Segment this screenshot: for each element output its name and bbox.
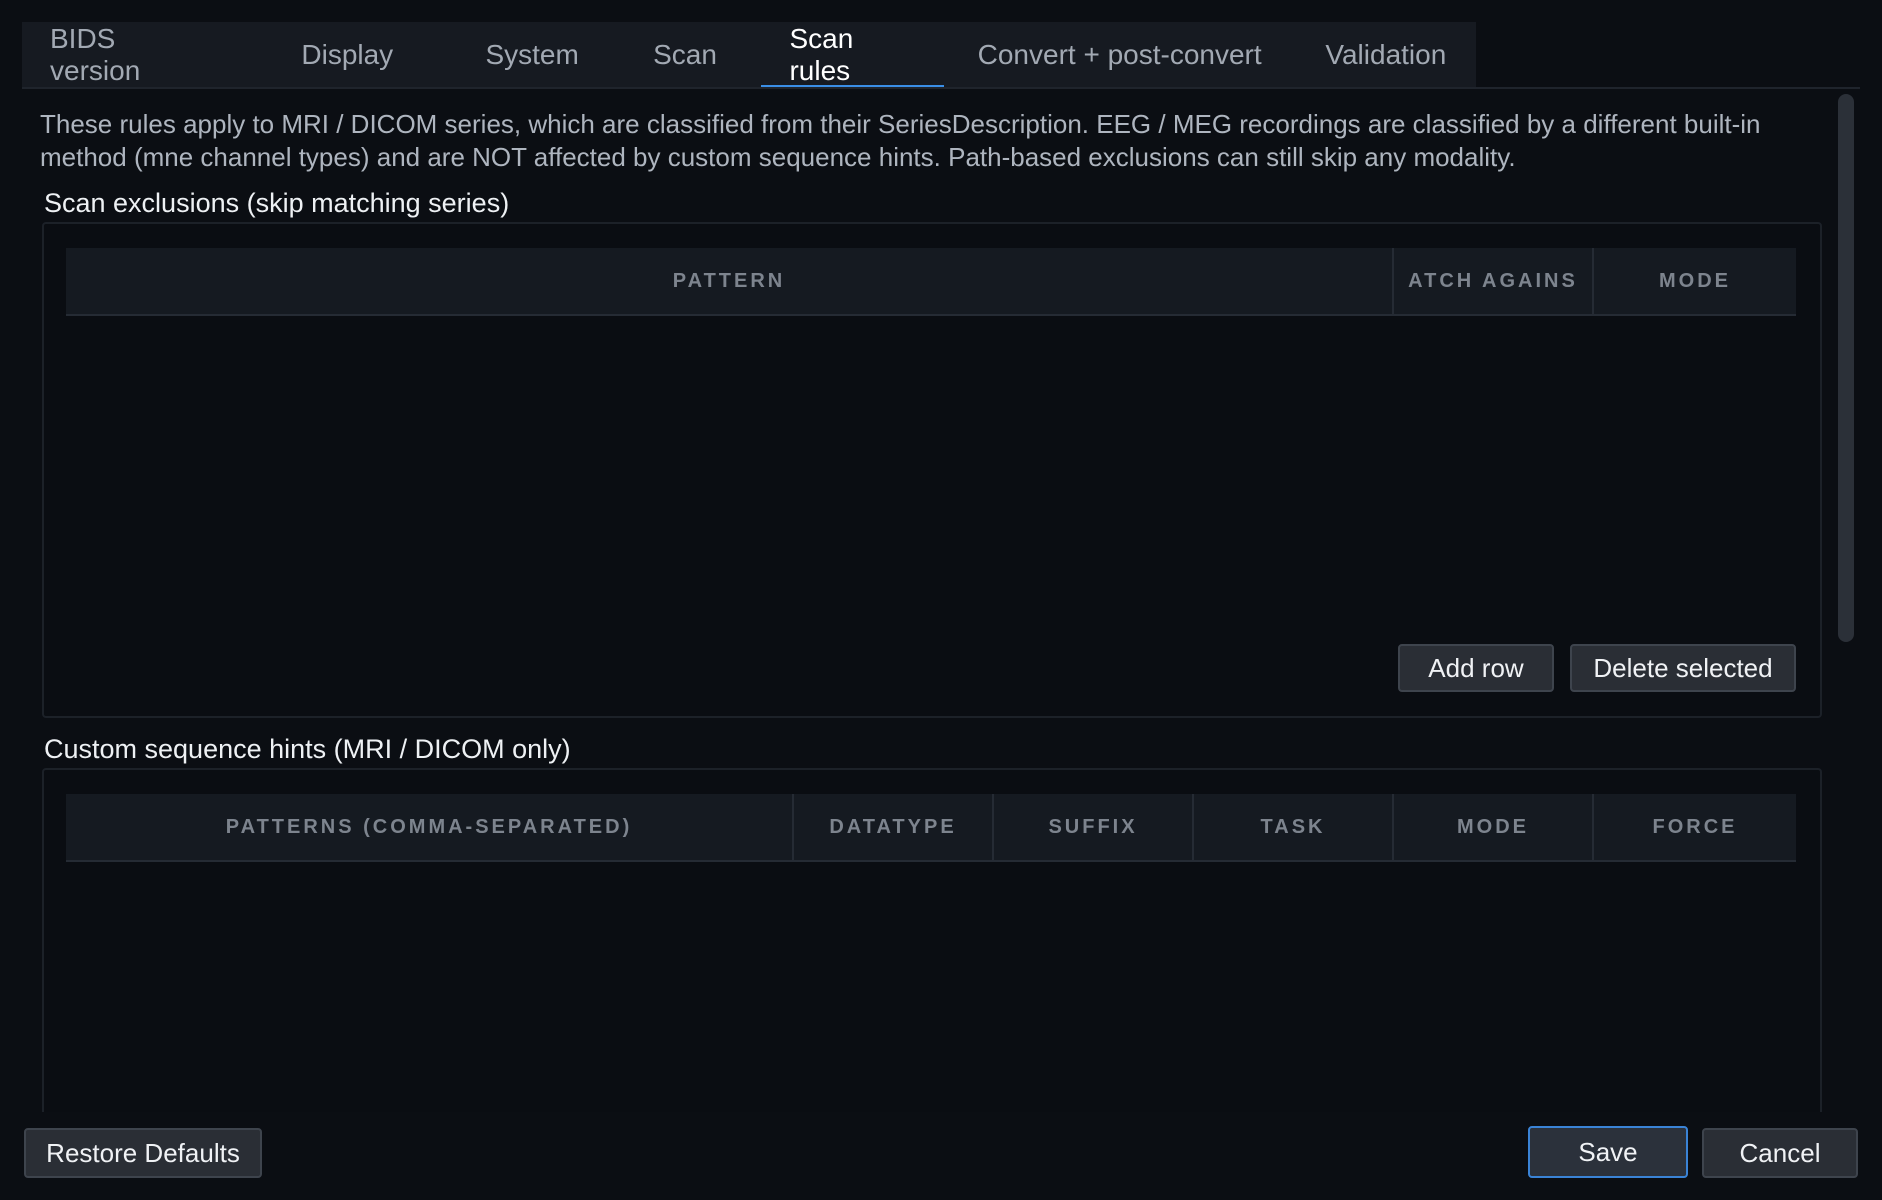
tab-scan[interactable]: Scan — [609, 22, 762, 88]
tab-validation[interactable]: Validation — [1296, 22, 1476, 88]
exclusions-table-header: PATTERN ATCH AGAINS MODE — [66, 248, 1796, 316]
hints-section-title: Custom sequence hints (MRI / DICOM only) — [44, 734, 571, 764]
restore-defaults-button[interactable]: Restore Defaults — [24, 1128, 262, 1178]
column-header-mode[interactable]: MODE — [1594, 248, 1796, 314]
tab-system[interactable]: System — [456, 22, 609, 88]
cancel-button[interactable]: Cancel — [1702, 1128, 1858, 1178]
tab-bids-version[interactable]: BIDS version — [22, 22, 239, 88]
column-header-mode[interactable]: MODE — [1394, 794, 1594, 860]
column-header-pattern[interactable]: PATTERN — [66, 248, 1394, 314]
tab-display[interactable]: Display — [239, 22, 456, 88]
tab-scan-rules[interactable]: Scan rules — [761, 22, 944, 89]
exclusions-section-title: Scan exclusions (skip matching series) — [44, 188, 510, 218]
scrollbar-thumb[interactable] — [1838, 94, 1854, 642]
hints-table-header: PATTERNS (COMMA-SEPARATED) DATATYPE SUFF… — [66, 794, 1796, 862]
tab-bar-divider — [22, 87, 1860, 89]
preferences-dialog: BIDS version Display System Scan Scan ru… — [0, 0, 1882, 1200]
intro-description: These rules apply to MRI / DICOM series,… — [40, 109, 1761, 172]
column-header-patterns[interactable]: PATTERNS (COMMA-SEPARATED) — [66, 794, 794, 860]
column-header-datatype[interactable]: DATATYPE — [794, 794, 994, 860]
tab-convert-post-convert[interactable]: Convert + post-convert — [944, 22, 1296, 88]
column-header-force[interactable]: FORCE — [1594, 794, 1796, 860]
column-header-suffix[interactable]: SUFFIX — [994, 794, 1194, 860]
hints-table-body[interactable] — [66, 862, 1796, 1112]
save-button[interactable]: Save — [1528, 1126, 1688, 1178]
column-header-match-against[interactable]: ATCH AGAINS — [1394, 248, 1594, 314]
add-row-button[interactable]: Add row — [1398, 644, 1554, 692]
exclusions-table-body[interactable] — [66, 316, 1796, 616]
delete-selected-button[interactable]: Delete selected — [1570, 644, 1796, 692]
tab-bar: BIDS version Display System Scan Scan ru… — [22, 22, 1476, 89]
column-header-task[interactable]: TASK — [1194, 794, 1394, 860]
